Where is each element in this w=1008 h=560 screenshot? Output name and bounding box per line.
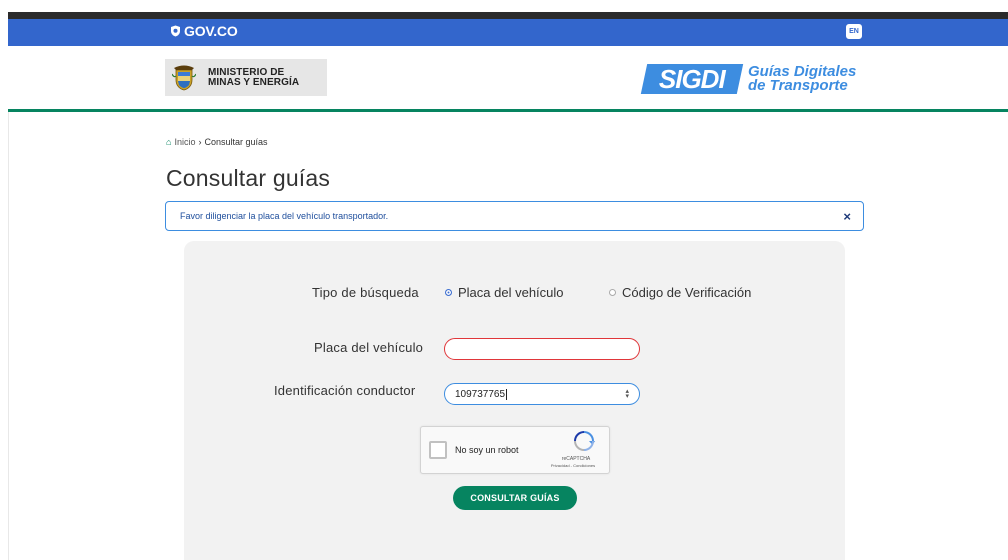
browser-top-strip [8,12,1008,19]
radio-verification-code-indicator[interactable] [609,289,616,296]
sigdi-tagline-line-2: de Transporte [748,77,848,94]
page-title: Consultar guías [166,165,331,191]
sigdi-badge: SIGDI [640,63,744,94]
radio-plate[interactable]: Placa del vehículo [445,285,564,300]
close-icon[interactable]: × [843,209,851,224]
recaptcha-widget: No soy un robot reCAPTCHA Privacidad - C… [420,426,610,474]
radio-verification-code[interactable]: Código de Verificación [609,285,751,300]
alert-message: Favor diligenciar la placa del vehículo … [180,211,389,221]
driver-id-input-value: 109737765 [455,388,506,400]
breadcrumb-home-link[interactable]: Inicio [174,137,195,147]
coat-of-arms-icon [172,65,196,90]
gov-co-logo[interactable]: GOV.CO [170,23,238,39]
number-stepper-icon[interactable]: ▴ ▾ [625,388,629,400]
search-type-label: Tipo de búsqueda [312,285,419,300]
site-header: MINISTERIO DE MINAS Y ENERGÍA SIGDI Guía… [8,46,1008,112]
driver-id-input[interactable]: 109737765 ▴ ▾ [444,383,640,405]
gov-co-text: GOV.CO [184,23,238,39]
consult-guides-button[interactable]: CONSULTAR GUÍAS [453,486,577,510]
recaptcha-label: No soy un robot [455,445,519,455]
sigdi-badge-text: SIGDI [659,63,725,94]
sigdi-tagline: Guías Digitales de Transporte [748,64,856,94]
radio-plate-indicator[interactable] [445,289,452,296]
recaptcha-links[interactable]: Privacidad - Condiciones [543,463,603,468]
breadcrumb-current: Consultar guías [204,137,268,147]
left-divider [8,112,9,560]
gov-co-bar: GOV.CO EN [8,19,1008,46]
recaptcha-icon [574,431,595,451]
ministry-line-2: MINAS Y ENERGÍA [208,76,300,88]
text-caret [506,388,508,400]
language-button[interactable]: EN [846,24,862,39]
radio-verification-code-label: Código de Verificación [622,285,752,300]
breadcrumb: ⌂ Inicio › Consultar guías [166,137,268,147]
ministry-name: MINISTERIO DE MINAS Y ENERGÍA [208,66,300,88]
validation-alert: Favor diligenciar la placa del vehículo … [165,201,864,231]
ministry-line-1: MINISTERIO DE [208,66,285,78]
ministry-logo[interactable]: MINISTERIO DE MINAS Y ENERGÍA [165,59,327,96]
radio-plate-label: Placa del vehículo [458,285,564,300]
recaptcha-checkbox[interactable] [429,441,447,459]
recaptcha-brand: reCAPTCHA [561,456,591,462]
shield-icon [171,25,180,37]
plate-input[interactable] [444,338,640,360]
home-icon[interactable]: ⌂ [166,137,171,147]
sigdi-logo[interactable]: SIGDI Guías Digitales de Transporte [640,63,856,94]
breadcrumb-separator: › [198,137,202,147]
driver-id-label: Identificación conductor [274,383,416,398]
plate-label: Placa del vehículo [314,340,424,355]
